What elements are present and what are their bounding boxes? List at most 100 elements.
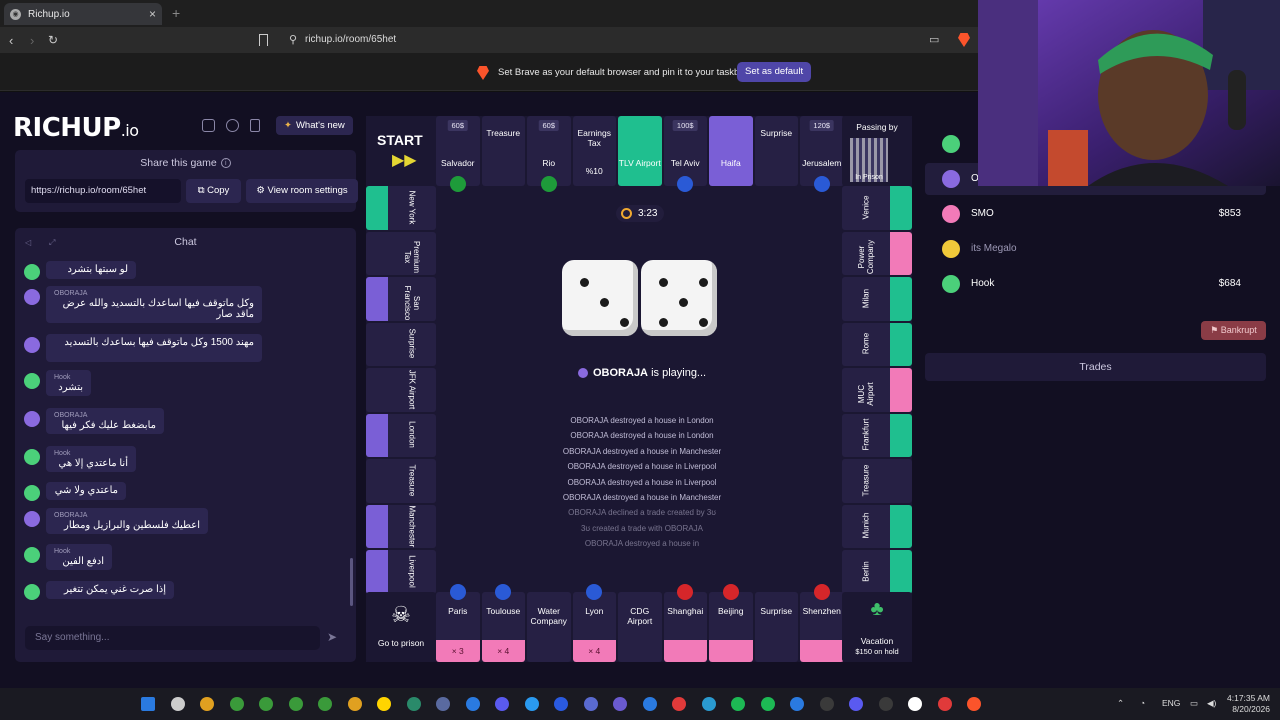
discord-icon[interactable] (495, 697, 509, 711)
copy-button[interactable]: ⧉ Copy (186, 179, 241, 203)
chrome-icon[interactable] (229, 697, 244, 711)
tray-chevron-icon[interactable]: ⌃ (1117, 698, 1124, 709)
screen-cast-icon[interactable]: ▭ (929, 33, 943, 46)
board-space-right-rome[interactable]: Rome (842, 322, 912, 366)
whatsapp-icon[interactable] (731, 697, 745, 711)
xbox-icon[interactable] (790, 697, 804, 711)
die-face[interactable] (562, 260, 638, 336)
board-space-beijing[interactable]: Beijing (709, 592, 753, 662)
chrome-icon[interactable] (200, 697, 214, 711)
telegram-icon[interactable] (701, 697, 716, 711)
send-icon[interactable]: ➤ (327, 630, 340, 644)
board-space-lyon[interactable]: Lyon × 4 (572, 592, 616, 662)
board-space-left-surprise[interactable]: Surprise (366, 322, 436, 366)
brave-icon[interactable] (967, 697, 981, 711)
board-space-tlv-airport[interactable]: TLV Airport (618, 116, 662, 186)
teams-icon[interactable] (613, 697, 627, 711)
obs-icon[interactable] (672, 697, 686, 711)
share-url-field[interactable]: https://richup.io/room/65het (25, 179, 181, 203)
tiktok-icon[interactable] (937, 697, 952, 711)
app-icon[interactable] (908, 697, 922, 711)
browser-tab[interactable]: ◉ Richup.io × (4, 3, 162, 25)
chat-scrollbar[interactable] (350, 558, 353, 606)
bankrupt-button[interactable]: ⚑ Bankrupt (1201, 321, 1266, 340)
start-corner[interactable]: START ▶▶ (366, 116, 436, 186)
app-icon[interactable] (849, 697, 863, 711)
board-space-left-liverpool[interactable]: Liverpool (366, 550, 436, 594)
new-tab-button[interactable]: + (172, 5, 180, 21)
sound-icon[interactable] (250, 119, 260, 132)
player-row[interactable]: SMO $853 (925, 198, 1266, 230)
start-icon[interactable] (141, 697, 155, 711)
board-space-haifa[interactable]: Haifa (709, 116, 753, 186)
board-space-shenzhen[interactable]: Shenzhen (800, 592, 844, 662)
chrome-icon[interactable] (288, 697, 303, 711)
board-space-right-berlin[interactable]: Berlin (842, 550, 912, 594)
set-default-button[interactable]: Set as default (737, 62, 812, 82)
language-indicator[interactable]: ENG (1162, 698, 1180, 708)
board-space-left-premium-tax[interactable]: Premium Tax (366, 231, 436, 275)
files-icon[interactable] (347, 697, 362, 711)
forward-icon[interactable]: › (30, 33, 34, 48)
player-row[interactable]: its Megalo (925, 233, 1266, 265)
back-icon[interactable]: ‹ (9, 33, 13, 48)
board-space-right-treasure[interactable]: Treasure (842, 459, 912, 503)
reload-icon[interactable]: ↻ (48, 33, 58, 47)
die-face[interactable] (641, 260, 717, 336)
app-icon[interactable] (819, 697, 834, 711)
go-to-prison-corner[interactable]: ☠ Go to prison (366, 592, 436, 662)
chrome-icon[interactable] (259, 697, 273, 711)
room-settings-button[interactable]: ⚙ View room settings (246, 179, 358, 203)
bookmark-icon[interactable] (259, 34, 268, 46)
board-space-surprise[interactable]: Surprise (754, 592, 798, 662)
chat-input[interactable]: Say something... (25, 626, 320, 650)
board-space-cdg-airport[interactable]: CDG Airport (618, 592, 662, 662)
app-icon[interactable] (642, 697, 657, 711)
volume-icon[interactable]: ◀) (1207, 698, 1216, 709)
wifi-icon[interactable]: ◔ (1140, 698, 1145, 708)
vacation-corner[interactable]: ♣ Vacation $150 on hold (842, 592, 912, 662)
whats-new-button[interactable]: ✦ What's new (276, 116, 353, 135)
board-space-left-jfk-airport[interactable]: JFK Airport (366, 368, 436, 412)
board-space-shanghai[interactable]: Shanghai (663, 592, 707, 662)
board-space-right-milan[interactable]: Milan (842, 277, 912, 321)
brave-shields-icon[interactable] (958, 33, 970, 47)
trades-panel[interactable]: Trades (925, 353, 1266, 381)
tab-close-icon[interactable]: × (149, 7, 156, 21)
clock[interactable]: 4:17:35 AM 8/20/2026 (1227, 693, 1270, 715)
board-space-right-munich[interactable]: Munich (842, 504, 912, 548)
app-icon[interactable] (878, 697, 893, 711)
board-space-left-london[interactable]: London (366, 413, 436, 457)
player-row[interactable]: Hook $684 (925, 268, 1266, 300)
board-space-right-venice[interactable]: Venice (842, 186, 912, 230)
chrome-icon[interactable] (318, 697, 332, 711)
info-icon[interactable]: i (220, 158, 231, 169)
board-space-right-frankfurt[interactable]: Frankfurt (842, 413, 912, 457)
discord-icon[interactable] (202, 119, 215, 132)
board-space-surprise[interactable]: Surprise (754, 116, 798, 186)
prison-corner[interactable]: Passing by In Prison (842, 116, 912, 186)
board-space-left-san-francisco[interactable]: San Francisco (366, 277, 436, 321)
board-space-left-new-york[interactable]: New York (366, 186, 436, 230)
board-space-treasure[interactable]: Treasure (481, 116, 525, 186)
board-space-water-company[interactable]: Water Company (527, 592, 571, 662)
address-bar[interactable]: richup.io/room/65het (305, 34, 396, 45)
site-info-icon[interactable]: ⚲ (289, 33, 303, 46)
richup-logo[interactable]: RICHUP.io (13, 113, 139, 143)
board-space-earnings-tax[interactable]: Earnings Tax %10 (572, 116, 616, 186)
board-space-left-manchester[interactable]: Manchester (366, 504, 436, 548)
app-icon[interactable] (583, 697, 598, 711)
search-icon[interactable] (170, 697, 185, 711)
spotify-icon[interactable] (760, 697, 775, 711)
network-icon[interactable]: ▭ (1190, 698, 1198, 709)
sticky-icon[interactable] (377, 697, 391, 711)
board-space-right-power-company[interactable]: Power Company (842, 231, 912, 275)
excel-icon[interactable] (406, 697, 421, 711)
board-space-toulouse[interactable]: Toulouse × 4 (481, 592, 525, 662)
premiere-icon[interactable] (554, 697, 568, 711)
steam-icon[interactable] (436, 697, 450, 711)
edge-icon[interactable] (524, 697, 539, 711)
board-space-left-treasure[interactable]: Treasure (366, 459, 436, 503)
board-space-paris[interactable]: Paris × 3 (436, 592, 480, 662)
board-space-right-muc-airport[interactable]: MUC Airport (842, 368, 912, 412)
